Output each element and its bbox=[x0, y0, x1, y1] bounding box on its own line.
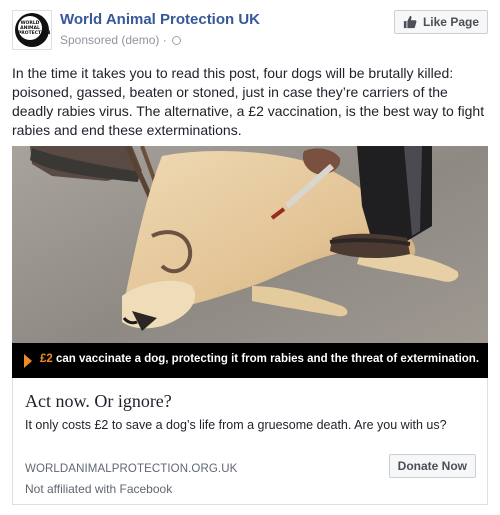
play-arrow-icon bbox=[24, 354, 32, 368]
logo-text: WORLD ANIMAL PROTECTION bbox=[18, 16, 50, 40]
banner-text: £2 can vaccinate a dog, protecting it fr… bbox=[40, 353, 479, 365]
post-header: WORLD ANIMAL PROTECTION World Animal Pro… bbox=[12, 10, 488, 54]
post-meta: Sponsored (demo) · bbox=[60, 33, 182, 47]
page-name-link[interactable]: World Animal Protection UK bbox=[60, 11, 260, 28]
globe-icon bbox=[172, 36, 182, 45]
link-domain: WORLDANIMALPROTECTION.ORG.UK bbox=[25, 463, 238, 475]
meta-separator: · bbox=[162, 33, 167, 47]
link-preview[interactable]: Act now. Or ignore? It only costs £2 to … bbox=[12, 378, 488, 505]
like-page-label: Like Page bbox=[422, 15, 479, 29]
page-avatar[interactable]: WORLD ANIMAL PROTECTION bbox=[12, 10, 52, 50]
link-description: It only costs £2 to save a dog’s life fr… bbox=[25, 418, 447, 432]
banner-price: £2 bbox=[40, 353, 53, 365]
banner-message: can vaccinate a dog, protecting it from … bbox=[56, 353, 480, 365]
caption-banner: £2 can vaccinate a dog, protecting it fr… bbox=[12, 343, 488, 378]
donate-now-button[interactable]: Donate Now bbox=[388, 454, 476, 478]
link-headline[interactable]: Act now. Or ignore? bbox=[25, 391, 172, 412]
sponsored-label[interactable]: Sponsored (demo) bbox=[60, 33, 159, 47]
post-body-text: In the time it takes you to read this po… bbox=[12, 65, 485, 138]
sponsored-post: WORLD ANIMAL PROTECTION World Animal Pro… bbox=[0, 0, 500, 515]
affiliation-note: Not affiliated with Facebook bbox=[25, 482, 173, 496]
like-page-button[interactable]: Like Page bbox=[393, 10, 488, 34]
thumbs-up-icon bbox=[403, 15, 417, 29]
